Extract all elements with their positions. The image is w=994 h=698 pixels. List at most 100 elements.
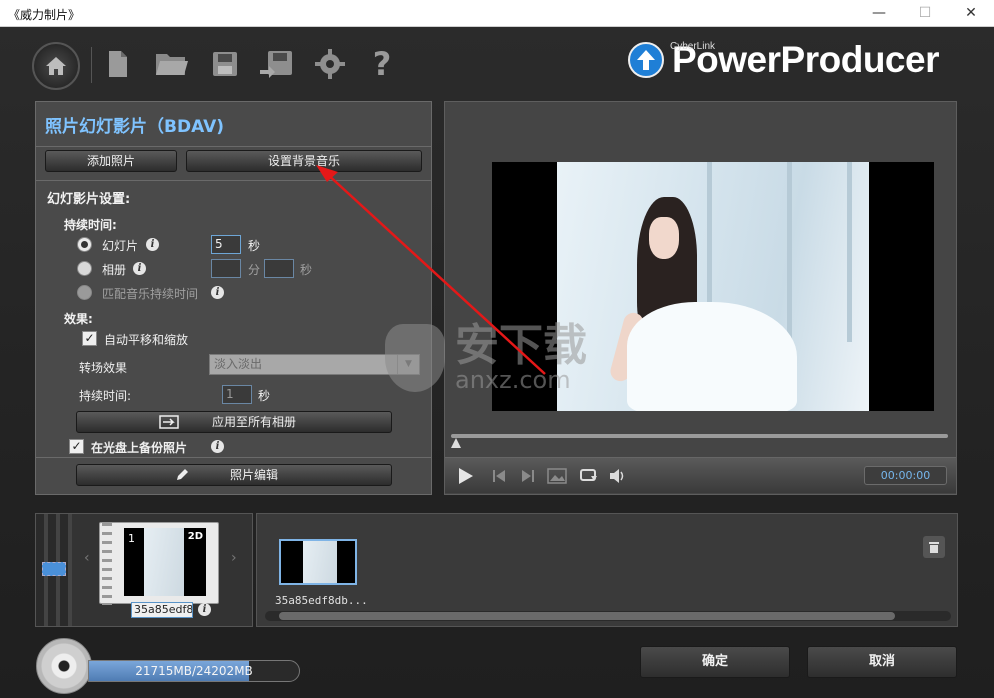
figure-face: [649, 217, 679, 259]
window-title: 《威力制片》: [8, 8, 81, 22]
watermark-cn: 安下载: [455, 320, 587, 371]
home-icon[interactable]: [32, 42, 80, 90]
window-titlebar: 《威力制片》 — ☐ ✕: [0, 0, 994, 27]
binder-rings: [102, 523, 112, 605]
effects-heading: 效果:: [64, 312, 93, 326]
info-icon[interactable]: i: [146, 238, 159, 251]
album-name-field[interactable]: 35a85edf8c: [131, 602, 193, 618]
trash-icon[interactable]: [923, 536, 945, 558]
photo-thumbnail[interactable]: [279, 539, 357, 585]
pencil-icon: [175, 468, 189, 488]
transition-duration-label: 持续时间:: [79, 389, 132, 403]
figure-dress: [627, 302, 797, 411]
album-panel: ‹ 1 2D › 35a85edf8c i: [35, 513, 253, 627]
backup-photos-label: 在光盘上备份照片: [91, 441, 188, 455]
divider: [36, 146, 431, 147]
seconds-unit: 秒: [248, 239, 261, 253]
maximize-button[interactable]: ☐: [902, 0, 948, 27]
album-thumbnail: 1 2D: [124, 528, 206, 596]
repeat-icon[interactable]: [578, 465, 600, 487]
help-icon[interactable]: ?: [362, 44, 402, 84]
apply-all-label: 应用至所有相册: [211, 415, 296, 429]
watermark-text: 安下载 anxz.com: [455, 320, 587, 394]
match-music-radio: [77, 285, 92, 300]
backup-photos-checkbox[interactable]: ✓: [69, 439, 84, 454]
slideshow-radio[interactable]: [77, 237, 92, 252]
seek-bar[interactable]: [451, 434, 948, 438]
album-next-button[interactable]: ›: [231, 550, 237, 566]
disc-icon: [36, 638, 92, 694]
album-minutes-input: [211, 259, 241, 278]
save-as-icon[interactable]: [256, 44, 296, 84]
info-icon[interactable]: i: [198, 603, 211, 616]
new-file-icon[interactable]: [98, 44, 138, 84]
slideshow-label: 幻灯片: [102, 239, 139, 253]
transition-duration-input: 1: [222, 385, 252, 404]
save-icon[interactable]: [205, 44, 245, 84]
window-frame: [847, 162, 852, 342]
auto-pan-zoom-label: 自动平移和缩放: [104, 333, 189, 347]
minimize-button[interactable]: —: [856, 0, 902, 27]
watermark-en: anxz.com: [455, 366, 571, 394]
seconds-unit: 秒: [258, 389, 271, 403]
match-music-label: 匹配音乐持续时间: [102, 287, 199, 301]
settings-heading: 幻灯影片设置:: [47, 192, 131, 207]
info-icon[interactable]: i: [211, 286, 224, 299]
album-index: 1: [128, 532, 135, 545]
preview-photo: [557, 162, 869, 411]
apply-all-albums-button[interactable]: 应用至所有相册: [76, 411, 392, 433]
seek-handle[interactable]: [451, 438, 461, 448]
info-icon[interactable]: i: [133, 262, 146, 275]
divider: [36, 180, 431, 181]
add-photos-button[interactable]: 添加照片: [45, 150, 177, 172]
volume-icon[interactable]: [607, 465, 629, 487]
snapshot-icon[interactable]: [546, 465, 568, 487]
brand-maker: CyberLink: [670, 41, 716, 52]
divider: [36, 457, 431, 458]
previous-icon[interactable]: [488, 465, 510, 487]
album-card[interactable]: 1 2D: [99, 522, 219, 605]
transition-label: 转场效果: [79, 361, 128, 375]
duration-heading: 持续时间:: [64, 218, 117, 232]
window-frame: [787, 162, 792, 342]
album-radio[interactable]: [77, 261, 92, 276]
watermark: 安下载 anxz.com: [385, 324, 587, 392]
ok-button[interactable]: 确定: [640, 646, 790, 678]
album-prev-button[interactable]: ‹: [84, 550, 90, 566]
capacity-text: 21715MB/24202MB: [135, 664, 253, 678]
seconds-unit: 秒: [300, 263, 313, 277]
scrollbar-thumb[interactable]: [279, 612, 895, 620]
timecode-display: 00:00:00: [864, 466, 947, 485]
album-photo: [144, 528, 184, 596]
minutes-unit: 分: [248, 263, 261, 277]
toolbar-divider: [91, 47, 92, 83]
app-body: ? CyberLink PowerProducer 照片幻灯影片（BDAV) 添…: [0, 27, 994, 698]
open-folder-icon[interactable]: [152, 44, 192, 84]
photo-edit-label: 照片编辑: [229, 468, 278, 482]
slideshow-settings-panel: 照片幻灯影片（BDAV) 添加照片 设置背景音乐 幻灯影片设置: 持续时间: 幻…: [35, 101, 432, 495]
preview-panel: 00:00:00: [444, 101, 957, 495]
brand-logo-area: CyberLink PowerProducer: [628, 39, 939, 81]
play-icon[interactable]: [455, 465, 477, 487]
shield-watermark-icon: [385, 324, 445, 392]
player-controls: 00:00:00: [445, 457, 956, 493]
album-2d-badge: 2D: [187, 531, 203, 542]
gear-icon[interactable]: [310, 44, 350, 84]
film-icon: [42, 562, 66, 576]
thumbnail-photo: [303, 541, 337, 583]
photo-edit-button[interactable]: 照片编辑: [76, 464, 392, 486]
info-icon[interactable]: i: [211, 440, 224, 453]
thumbnails-scrollbar[interactable]: [265, 611, 951, 621]
close-button[interactable]: ✕: [948, 0, 994, 27]
album-seconds-input: [264, 259, 294, 278]
auto-pan-zoom-checkbox[interactable]: ✓: [82, 331, 97, 346]
upload-arrow-icon: [628, 42, 664, 78]
photo-thumbnail-label: 35a85edf8db...: [275, 594, 368, 607]
cancel-button[interactable]: 取消: [807, 646, 957, 678]
apply-all-icon: [159, 415, 179, 435]
set-background-music-button[interactable]: 设置背景音乐: [186, 150, 422, 172]
panel-title: 照片幻灯影片（BDAV): [45, 117, 224, 137]
next-icon[interactable]: [517, 465, 539, 487]
slideshow-seconds-input[interactable]: 5: [211, 235, 241, 254]
album-label: 相册: [102, 263, 127, 277]
